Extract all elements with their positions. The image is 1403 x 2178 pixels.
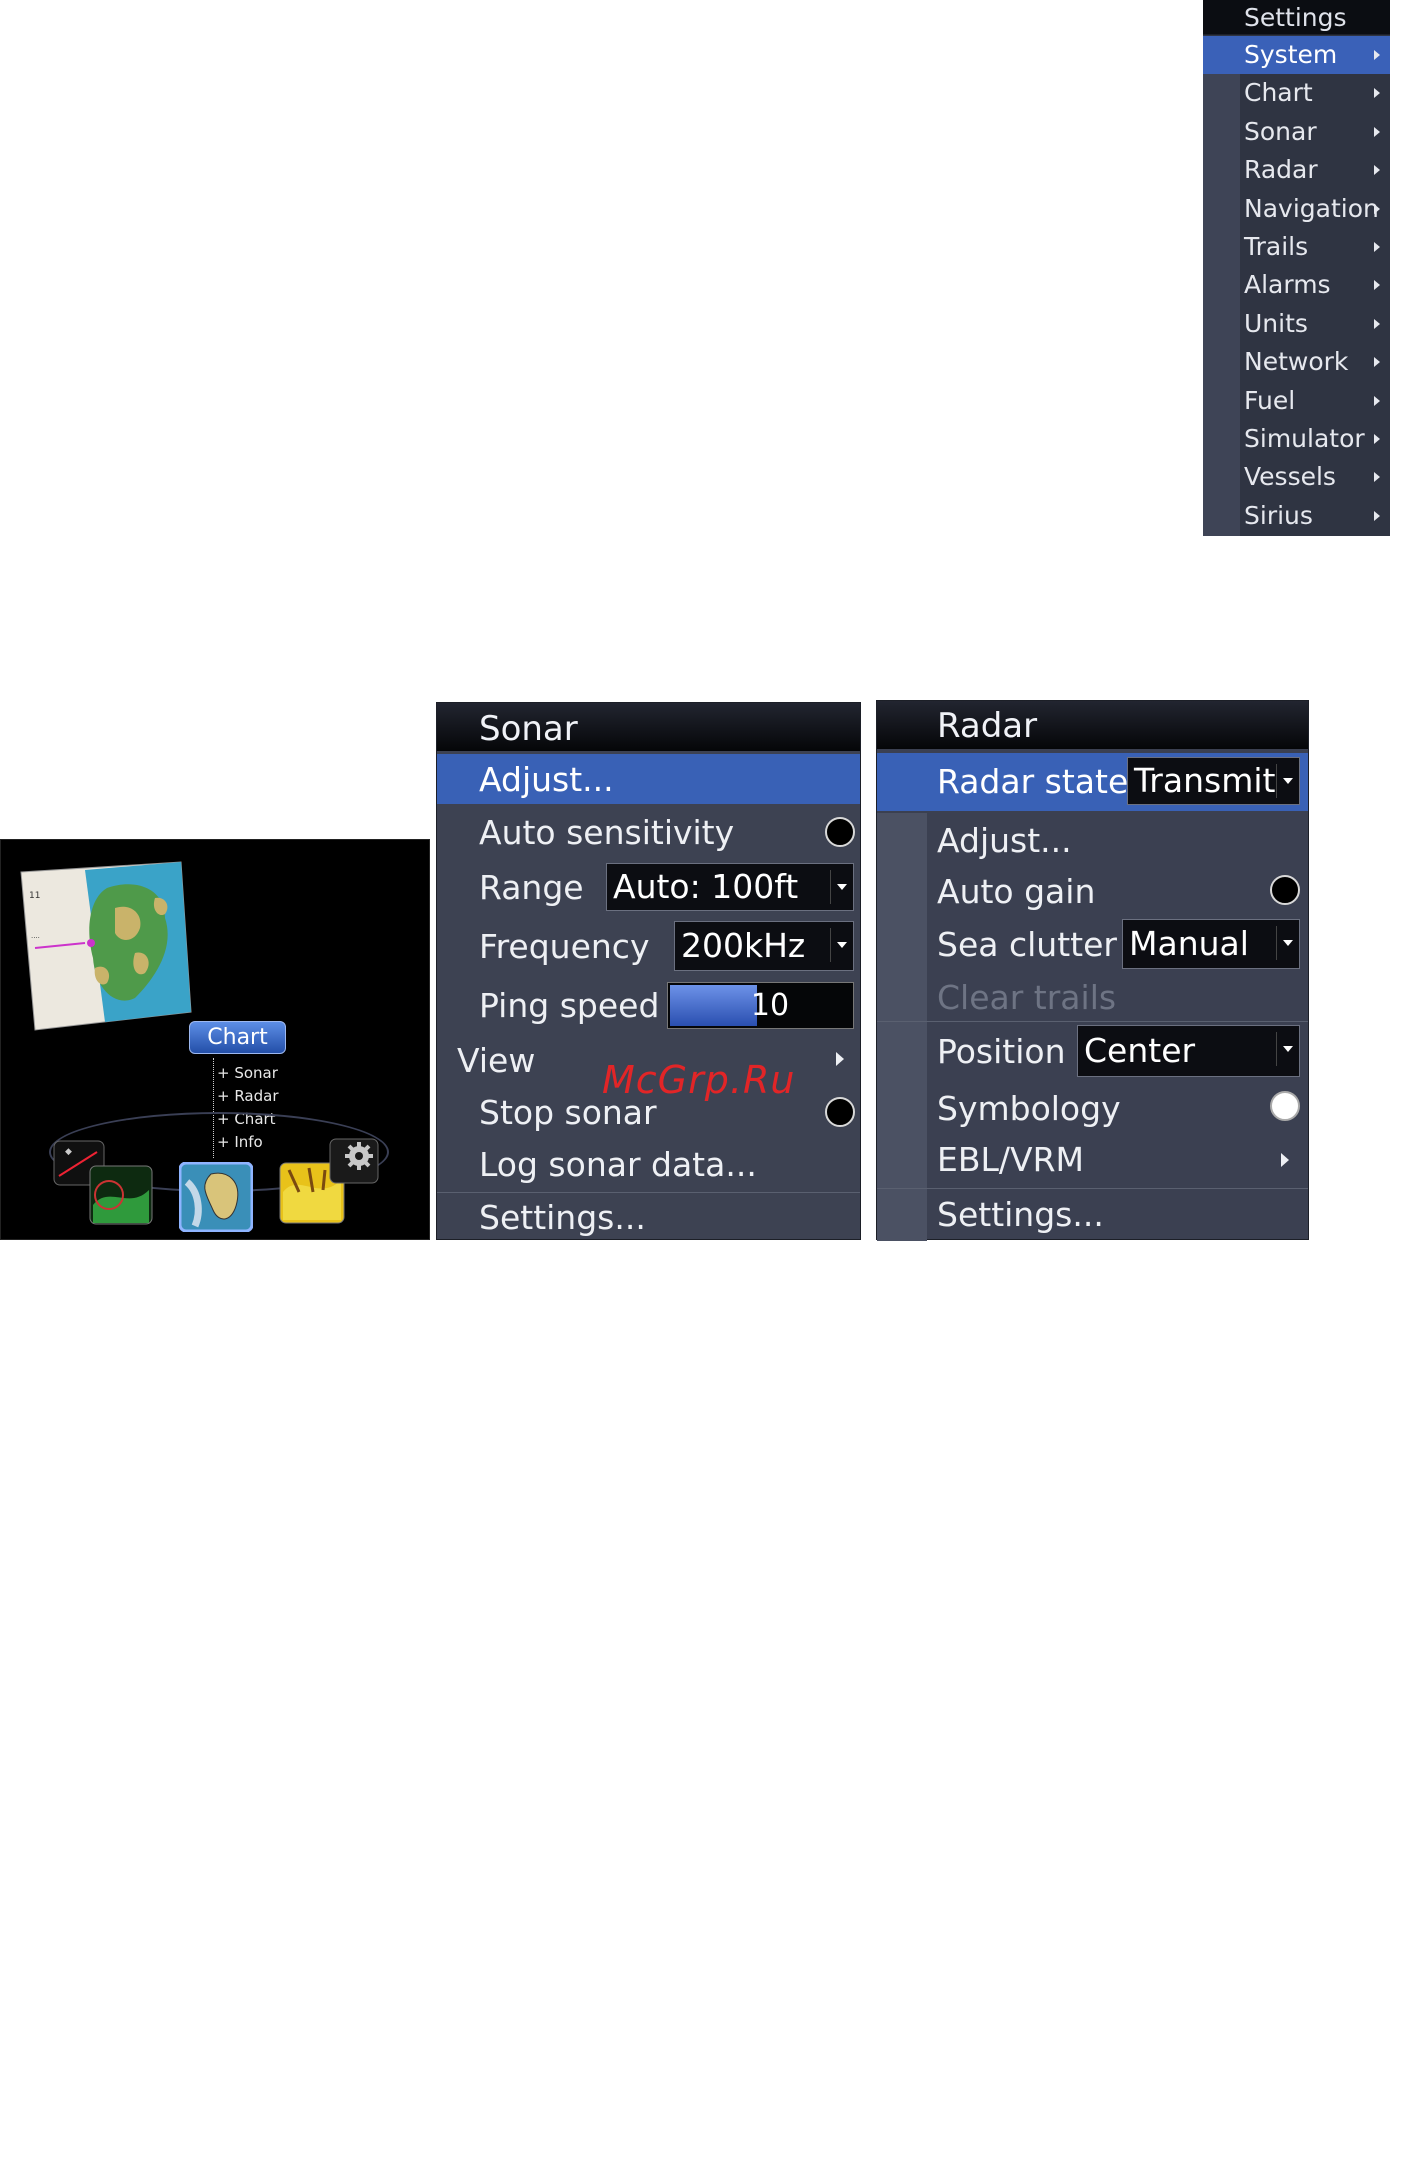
active-app-label[interactable]: Chart <box>189 1021 286 1054</box>
settings-item-label: Sirius <box>1244 500 1313 530</box>
auto-gain-toggle[interactable] <box>1270 875 1300 905</box>
radar-adjust-item[interactable]: Adjust... <box>877 813 1308 865</box>
symbology-toggle[interactable] <box>1270 1091 1300 1121</box>
sonar-adjust-item[interactable]: Adjust... <box>437 754 860 804</box>
settings-item-label: Navigation <box>1244 193 1379 223</box>
settings-gear-icon[interactable] <box>329 1138 379 1184</box>
svg-text:....: .... <box>31 932 40 940</box>
submenu-arrow-icon <box>1374 203 1380 214</box>
sea-clutter-dropdown[interactable]: Manual <box>1122 919 1300 969</box>
submenu-arrow-icon <box>836 1052 844 1066</box>
auto-gain-item[interactable]: Auto gain <box>877 865 1308 917</box>
submenu-arrow-icon <box>1374 357 1380 368</box>
settings-item-label: Units <box>1244 308 1308 338</box>
settings-item-label: Network <box>1244 347 1349 377</box>
home-screen: 11 .... Chart + Sonar + Radar + Chart + … <box>0 839 430 1240</box>
chart-app-icon[interactable] <box>179 1162 253 1232</box>
radar-menu: Radar Radar state Transmit Adjust... Aut… <box>876 700 1309 1241</box>
settings-item-label: Chart <box>1244 78 1313 108</box>
watermark-text: McGrp.Ru <box>602 1058 796 1102</box>
sonar-menu-title: Sonar <box>437 703 860 751</box>
submenu-arrow-icon <box>1374 434 1380 444</box>
divider <box>877 1021 1308 1022</box>
settings-item-fuel[interactable]: Fuel <box>1203 382 1390 420</box>
settings-item-label: Vessels <box>1244 462 1336 492</box>
stop-sonar-toggle[interactable] <box>825 1097 855 1127</box>
settings-item-label: Alarms <box>1244 270 1331 300</box>
chart-preview-icon[interactable]: 11 .... <box>15 858 195 1043</box>
sonar-menu: Sonar Adjust... Auto sensitivity Range A… <box>436 702 861 1240</box>
settings-item-network[interactable]: Network <box>1203 343 1390 381</box>
settings-menu: Settings System Chart Sonar Radar Navigation… <box>1203 0 1390 536</box>
submenu-arrow-icon <box>1374 510 1380 521</box>
settings-item-label: Trails <box>1244 232 1309 261</box>
settings-item-label: System <box>1244 40 1338 69</box>
chevron-down-icon <box>1283 778 1293 784</box>
radar-state-label: Radar state <box>937 762 1129 801</box>
svg-text:◆: ◆ <box>65 1147 72 1157</box>
settings-item-radar[interactable]: Radar <box>1203 151 1390 189</box>
submenu-arrow-icon <box>1374 165 1380 176</box>
submenu-arrow-icon <box>1281 1153 1289 1167</box>
auto-sensitivity-item[interactable]: Auto sensitivity <box>437 807 860 857</box>
sonar-app-icon[interactable] <box>89 1165 153 1225</box>
settings-item-label: Radar <box>1244 155 1318 185</box>
sub-option-sonar[interactable]: + Sonar <box>217 1064 278 1082</box>
chevron-down-icon <box>837 884 847 890</box>
submenu-arrow-icon <box>1374 126 1380 137</box>
settings-item-sonar[interactable]: Sonar <box>1203 113 1390 151</box>
ping-speed-slider[interactable]: 10 <box>667 982 854 1029</box>
radar-state-dropdown[interactable]: Transmit <box>1127 757 1300 805</box>
settings-item-label: Sonar <box>1244 116 1317 146</box>
auto-sensitivity-label: Auto sensitivity <box>479 813 735 852</box>
settings-item-trails[interactable]: Trails <box>1203 228 1390 266</box>
frequency-dropdown[interactable]: 200kHz <box>674 921 854 971</box>
submenu-arrow-icon <box>1374 242 1380 252</box>
radar-menu-title: Radar <box>877 701 1308 749</box>
submenu-arrow-icon <box>1374 280 1380 291</box>
sonar-settings-item[interactable]: Settings... <box>437 1193 860 1239</box>
chevron-down-icon <box>837 942 847 948</box>
position-dropdown[interactable]: Center <box>1077 1025 1300 1077</box>
settings-item-label: Fuel <box>1244 385 1296 415</box>
sub-option-radar[interactable]: + Radar <box>217 1087 279 1105</box>
settings-item-alarms[interactable]: Alarms <box>1203 266 1390 304</box>
submenu-arrow-icon <box>1374 318 1380 329</box>
range-dropdown[interactable]: Auto: 100ft <box>606 863 854 911</box>
settings-item-simulator[interactable]: Simulator <box>1203 420 1390 458</box>
ebl-vrm-item[interactable]: EBL/VRM <box>877 1133 1308 1185</box>
settings-item-vessels[interactable]: Vessels <box>1203 458 1390 496</box>
log-sonar-item[interactable]: Log sonar data... <box>437 1139 860 1189</box>
submenu-arrow-icon <box>1374 50 1380 60</box>
svg-text:11: 11 <box>29 891 40 901</box>
frequency-value: 200kHz <box>681 926 806 965</box>
sea-clutter-value: Manual <box>1129 924 1249 963</box>
submenu-arrow-icon <box>1374 395 1380 406</box>
settings-item-system[interactable]: System <box>1203 36 1390 74</box>
symbology-item[interactable]: Symbology <box>877 1081 1308 1133</box>
radar-state-value: Transmit <box>1134 761 1276 800</box>
range-value: Auto: 100ft <box>613 867 799 906</box>
settings-item-chart[interactable]: Chart <box>1203 74 1390 112</box>
position-value: Center <box>1084 1031 1196 1070</box>
radar-settings-item[interactable]: Settings... <box>877 1189 1308 1239</box>
submenu-arrow-icon <box>1374 472 1380 483</box>
settings-item-units[interactable]: Units <box>1203 305 1390 343</box>
auto-sensitivity-toggle[interactable] <box>825 817 855 847</box>
settings-menu-title: Settings <box>1203 0 1390 35</box>
submenu-arrow-icon <box>1374 88 1380 99</box>
ping-speed-value: 10 <box>750 988 790 1023</box>
clear-trails-item: Clear trails <box>937 978 1117 1017</box>
settings-item-label: Simulator <box>1244 424 1365 453</box>
settings-item-navigation[interactable]: Navigation <box>1203 190 1390 228</box>
settings-item-sirius[interactable]: Sirius <box>1203 497 1390 535</box>
chevron-down-icon <box>1283 940 1293 946</box>
chevron-down-icon <box>1283 1046 1293 1052</box>
